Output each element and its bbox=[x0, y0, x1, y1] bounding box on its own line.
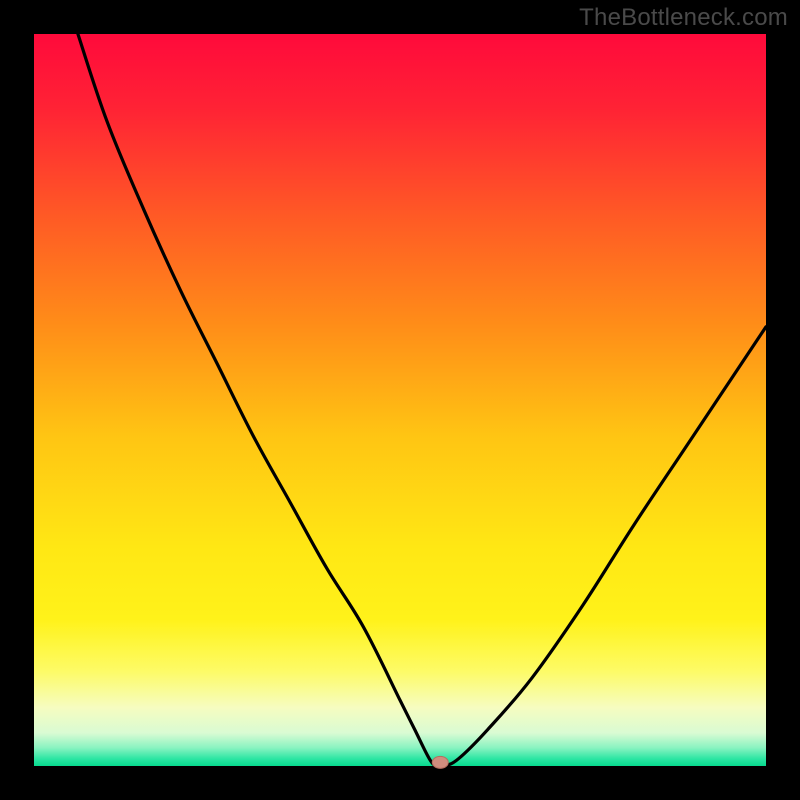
bottleneck-plot bbox=[0, 0, 800, 800]
optimum-marker bbox=[432, 756, 448, 768]
watermark-text: TheBottleneck.com bbox=[579, 4, 788, 32]
chart-frame: TheBottleneck.com bbox=[0, 0, 800, 800]
plot-area bbox=[34, 34, 766, 766]
